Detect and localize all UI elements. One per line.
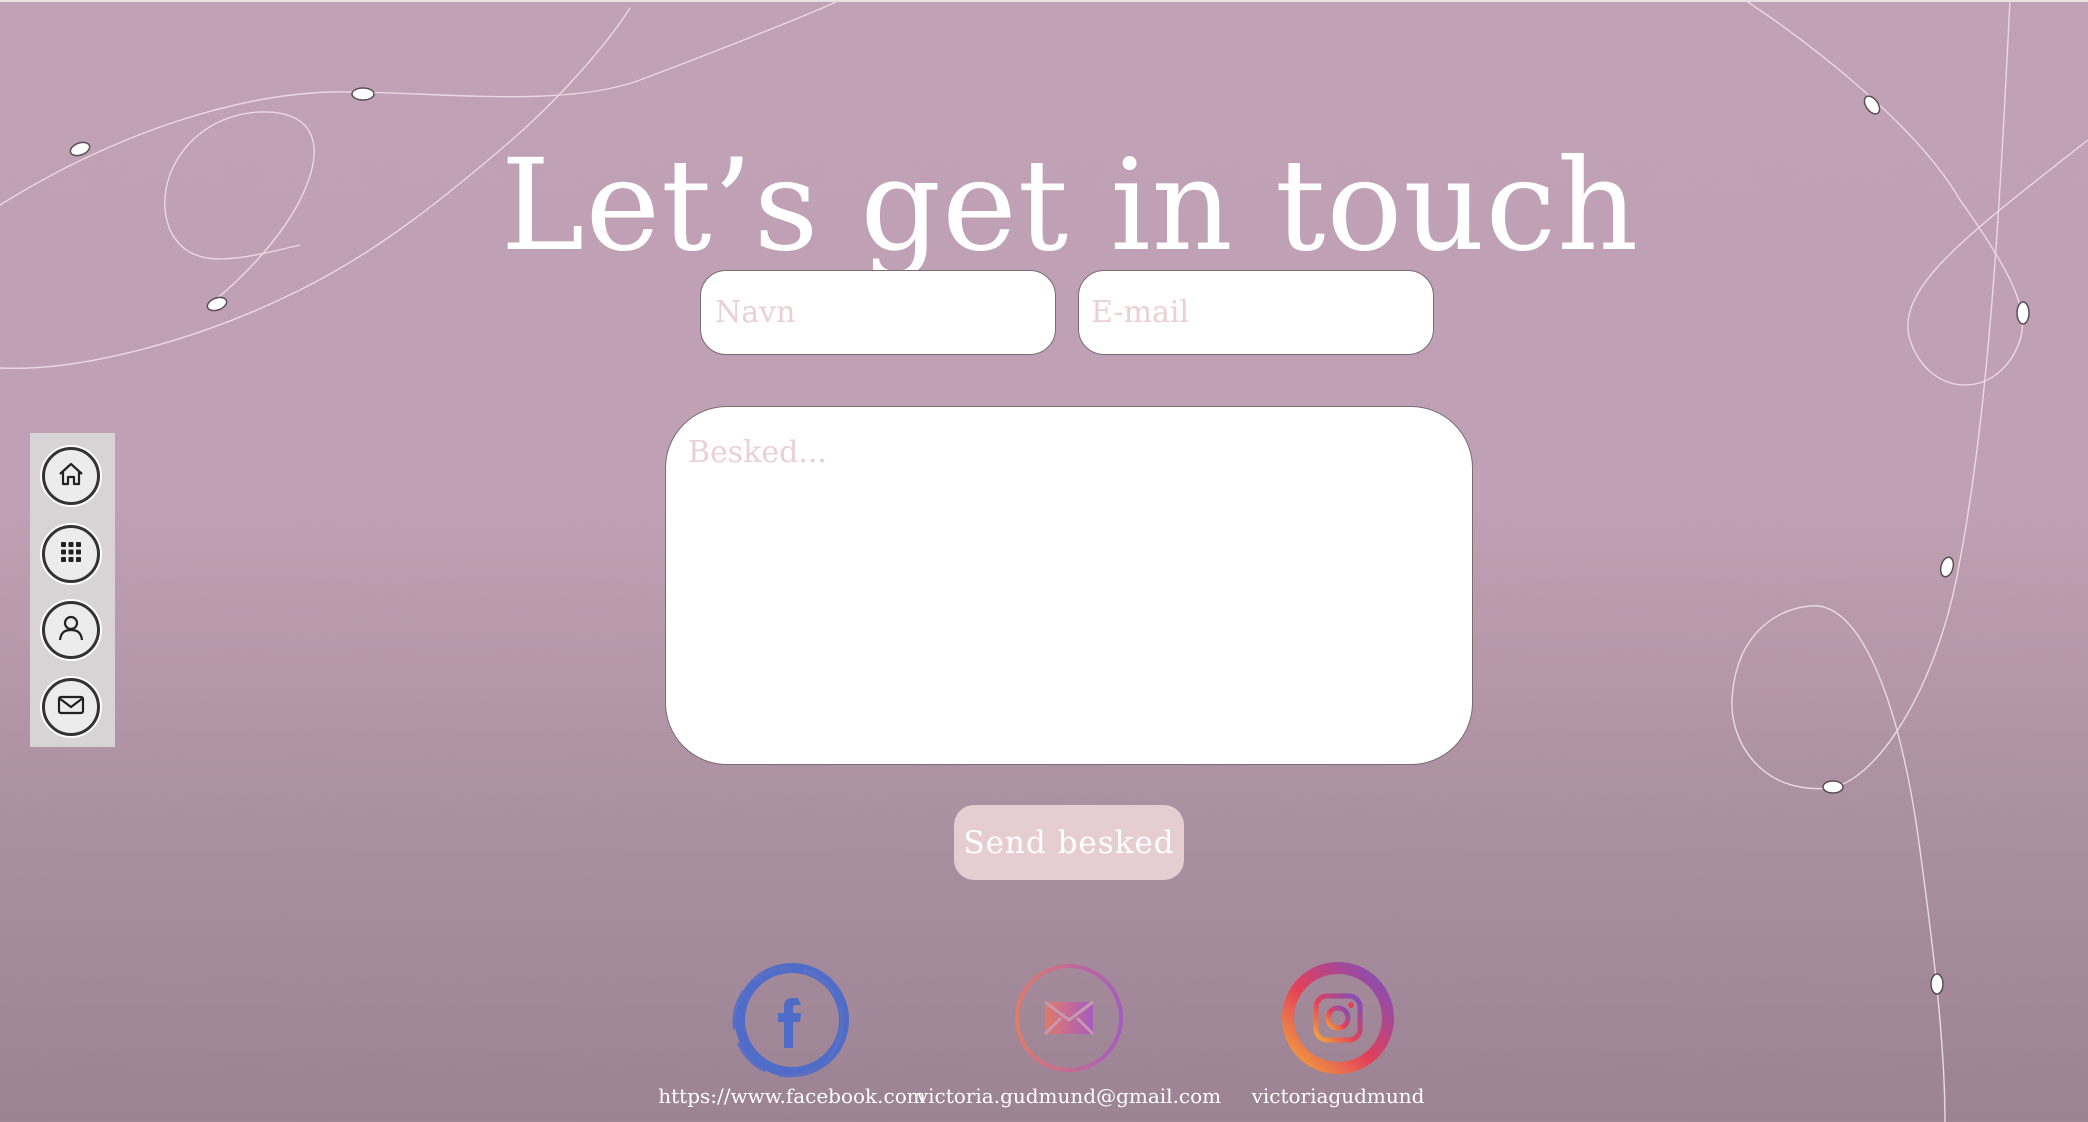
- nav-contact-button[interactable]: [42, 678, 100, 736]
- nav-portfolio-button[interactable]: [42, 525, 100, 583]
- instagram-link-icon[interactable]: [1278, 958, 1398, 1078]
- facebook-link-icon[interactable]: [732, 960, 852, 1080]
- name-input[interactable]: [700, 270, 1056, 355]
- grid-icon: [56, 537, 86, 571]
- message-textarea[interactable]: [665, 406, 1473, 765]
- email-input[interactable]: [1078, 270, 1434, 355]
- envelope-icon: [1009, 964, 1129, 1084]
- instagram-link[interactable]: victoriagudmund: [1178, 1083, 1498, 1109]
- facebook-icon: [732, 963, 852, 1084]
- side-navigation: [30, 433, 115, 747]
- nav-home-button[interactable]: [42, 447, 100, 505]
- facebook-link[interactable]: https://www.facebook.com: [632, 1083, 952, 1109]
- user-icon: [55, 612, 87, 648]
- send-message-button[interactable]: Send besked: [954, 805, 1184, 880]
- email-link-icon[interactable]: [1009, 960, 1129, 1080]
- home-icon: [55, 458, 87, 494]
- top-border-line: [0, 0, 2088, 2]
- nav-about-button[interactable]: [42, 601, 100, 659]
- mail-icon: [55, 689, 87, 725]
- instagram-icon: [1278, 962, 1398, 1082]
- page-title: Let’s get in touch: [500, 132, 1640, 280]
